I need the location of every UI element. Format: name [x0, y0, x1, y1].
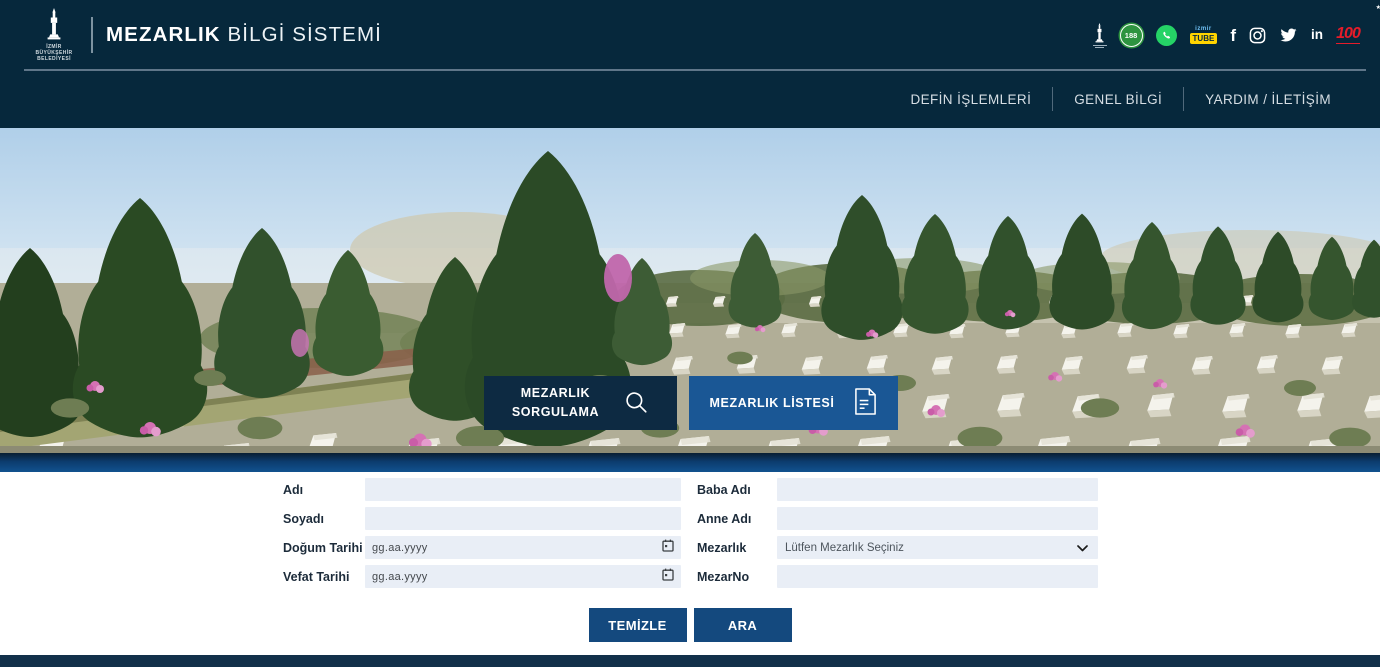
baba-adi-label: Baba Adı — [681, 483, 777, 497]
centenary-100-logo-icon[interactable]: 100 ★ — [1336, 26, 1360, 45]
adi-label: Adı — [283, 483, 365, 497]
hero-tabs: MEZARLIK SORGULAMA MEZARLIK LİSTESİ — [484, 376, 898, 430]
brand-divider — [91, 17, 93, 53]
izmirtube-icon[interactable]: izmir TUBE — [1190, 26, 1218, 45]
clear-button[interactable]: TEMİZLE — [589, 608, 687, 642]
mezarlik-label: Mezarlık — [681, 541, 777, 555]
nav-defin-islemleri[interactable]: DEFİN İŞLEMLERİ — [889, 92, 1052, 107]
brand-logo[interactable]: İZMİR BÜYÜKŞEHİR BELEDİYESİ MEZARLIK BİL… — [28, 8, 382, 63]
tab-mezarlik-sorgulama-label: MEZARLIK SORGULAMA — [512, 384, 599, 423]
search-icon — [623, 389, 649, 418]
anne-adi-label: Anne Adı — [681, 512, 777, 526]
chevron-down-icon — [1077, 539, 1088, 557]
anne-adi-input[interactable] — [777, 507, 1098, 530]
mezarlik-select-value: Lütfen Mezarlık Seçiniz — [785, 542, 904, 554]
footer-bar — [0, 655, 1380, 667]
header-separator — [24, 69, 1366, 71]
vefat-tarihi-label: Vefat Tarihi — [283, 570, 365, 584]
hero-cemetery-image: MEZARLIK SORGULAMA MEZARLIK LİSTESİ — [0, 128, 1380, 453]
search-form-area: Adı Baba Adı Soyadı Anne Adı Doğum Tarih… — [0, 472, 1380, 655]
document-icon — [854, 388, 877, 418]
linkedin-icon[interactable]: in — [1311, 28, 1323, 42]
tab-mezarlik-sorgulama[interactable]: MEZARLIK SORGULAMA — [484, 376, 677, 430]
search-button[interactable]: ARA — [694, 608, 792, 642]
calendar-icon[interactable] — [662, 568, 674, 586]
clock-tower-icon — [43, 8, 65, 42]
mezarno-input[interactable] — [777, 565, 1098, 588]
dogum-tarihi-label: Doğum Tarihi — [283, 541, 365, 555]
logo-caption: İZMİR BÜYÜKŞEHİR BELEDİYESİ — [35, 44, 72, 63]
soyadi-label: Soyadı — [283, 512, 365, 526]
instagram-icon[interactable] — [1249, 27, 1266, 44]
mezarno-label: MezarNo — [681, 570, 777, 584]
vefat-tarihi-input[interactable]: gg.aa.yyyy — [365, 565, 681, 588]
mezarlik-select[interactable]: Lütfen Mezarlık Seçiniz — [777, 536, 1098, 559]
tab-mezarlik-listesi[interactable]: MEZARLIK LİSTESİ — [689, 376, 898, 430]
baba-adi-input[interactable] — [777, 478, 1098, 501]
nav-genel-bilgi[interactable]: GENEL BİLGİ — [1053, 92, 1183, 107]
header-top: İZMİR BÜYÜKŞEHİR BELEDİYESİ MEZARLIK BİL… — [0, 0, 1380, 70]
alo-188-badge-icon[interactable]: 188 — [1120, 24, 1143, 47]
blue-divider-strip — [0, 453, 1380, 472]
app-header: İZMİR BÜYÜKŞEHİR BELEDİYESİ MEZARLIK BİL… — [0, 0, 1380, 128]
form-actions: TEMİZLE ARA — [0, 608, 1380, 642]
app-title: MEZARLIK BİLGİ SİSTEMİ — [106, 23, 382, 47]
adi-input[interactable] — [365, 478, 681, 501]
twitter-icon[interactable] — [1279, 27, 1298, 43]
izmir-municipality-logo: İZMİR BÜYÜKŞEHİR BELEDİYESİ — [28, 8, 80, 63]
tab-mezarlik-listesi-label: MEZARLIK LİSTESİ — [710, 396, 835, 410]
nav-yardim-iletisim[interactable]: YARDIM / İLETİŞİM — [1184, 92, 1352, 107]
facebook-icon[interactable]: f — [1230, 27, 1236, 44]
search-form: Adı Baba Adı Soyadı Anne Adı Doğum Tarih… — [283, 478, 1114, 588]
soyadi-input[interactable] — [365, 507, 681, 530]
dogum-tarihi-input[interactable]: gg.aa.yyyy — [365, 536, 681, 559]
calendar-icon[interactable] — [662, 539, 674, 557]
main-nav: DEFİN İŞLEMLERİ GENEL BİLGİ YARDIM / İLE… — [0, 70, 1380, 128]
whatsapp-icon[interactable] — [1156, 25, 1177, 46]
dogum-tarihi-placeholder: gg.aa.yyyy — [372, 542, 428, 554]
izmir-tower-mini-icon[interactable] — [1093, 23, 1107, 48]
vefat-tarihi-placeholder: gg.aa.yyyy — [372, 571, 428, 583]
social-links: 188 izmir TUBE f — [1093, 23, 1360, 48]
page: İZMİR BÜYÜKŞEHİR BELEDİYESİ MEZARLIK BİL… — [0, 0, 1380, 667]
